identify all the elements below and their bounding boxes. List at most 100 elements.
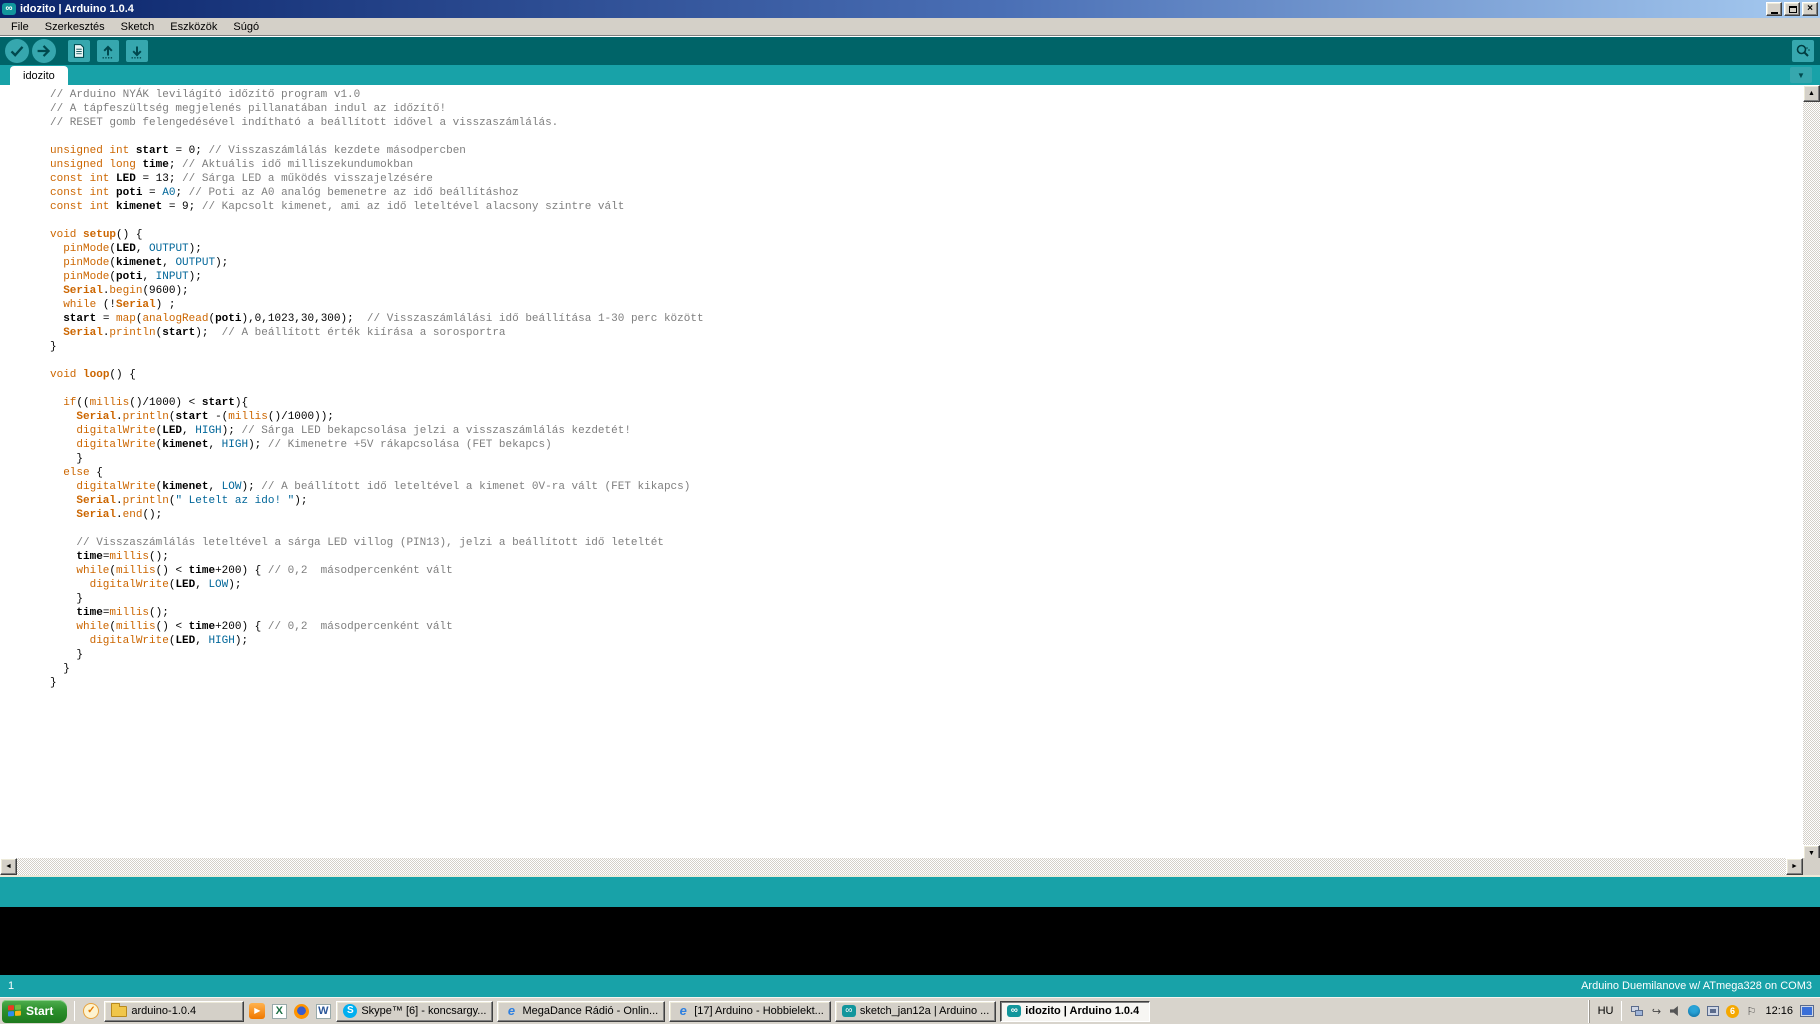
code-line: while (!Serial) ; [63, 299, 176, 311]
tab-menu-button[interactable]: ▼ [1790, 67, 1812, 83]
media-player-icon-glyph: ▶ [249, 1003, 266, 1019]
code-line: pinMode(LED, OUTPUT); [63, 243, 202, 255]
save-sketch-button[interactable] [126, 40, 148, 62]
arduino-icon: ∞ [841, 1005, 856, 1017]
code-line: Serial.println(" Letelt az ido! "); [76, 495, 308, 507]
flag-icon[interactable]: ⚐ [1744, 1004, 1758, 1018]
media-player-icon[interactable]: ▶ [248, 1002, 266, 1020]
orange-badge-icon[interactable]: ✓ [82, 1002, 100, 1020]
code-line: // Visszaszámlálás leteltével a sárga LE… [76, 537, 664, 549]
code-line: // Arduino NYÁK levilágító időzítő progr… [50, 89, 361, 101]
excel-icon-glyph: X [271, 1003, 287, 1019]
task-button-idozito-arduino-1-0-4[interactable]: ∞ idozito | Arduino 1.0.4 [1000, 1000, 1151, 1022]
code-line: Serial.begin(9600); [63, 285, 189, 297]
task-button-arduino-1-0-4[interactable]: arduino-1.0.4 [104, 1000, 245, 1022]
taskbar: Start ✓ arduino-1.0.4 ▶ X W S Skype™ [6] - ko… [0, 997, 1820, 1024]
skype-tray-icon[interactable] [1687, 1004, 1701, 1018]
message-strip [0, 875, 1820, 907]
arrow-down-icon [131, 46, 143, 59]
display-icon[interactable] [1800, 1004, 1814, 1018]
code-line: } [50, 677, 57, 689]
arrow-right-icon [37, 45, 51, 57]
code-line: while(millis() < time+200) { // 0,2 máso… [76, 565, 453, 577]
update-arrow-icon[interactable]: ↪ [1649, 1004, 1663, 1018]
code-line: digitalWrite(LED, HIGH); // Sárga LED be… [76, 425, 631, 437]
arduino-icon: ∞ [1007, 1005, 1022, 1017]
code-line: digitalWrite(kimenet, LOW); // A beállít… [76, 481, 691, 493]
code-area: // Arduino NYÁK levilágító időzítő progr… [50, 88, 704, 690]
open-sketch-button[interactable] [97, 40, 119, 62]
console-output [0, 907, 1820, 975]
code-line: const int LED = 13; // Sárga LED a működ… [50, 173, 433, 185]
code-line: time=millis(); [76, 551, 169, 563]
serial-monitor-button[interactable] [1792, 40, 1814, 62]
java-update-icon[interactable]: 6 [1725, 1004, 1739, 1018]
task-button-label: [17] Arduino - Hobbielekt... [694, 1005, 824, 1017]
language-indicator[interactable]: HU [1598, 1005, 1614, 1017]
task-button-sketch-jan12a-arduino[interactable]: ∞ sketch_jan12a | Arduino ... [834, 1000, 997, 1022]
code-line: } [50, 593, 84, 605]
network-plug-icon[interactable] [1706, 1004, 1720, 1018]
check-icon [10, 46, 24, 57]
folder-icon [111, 1002, 128, 1017]
minimize-button[interactable] [1766, 2, 1782, 16]
menu-item-file[interactable]: File [4, 19, 36, 35]
line-indicator: 1 [8, 980, 15, 992]
upload-button[interactable] [32, 39, 56, 63]
code-line: if((millis()/1000) < start){ [63, 397, 249, 409]
ie-icon: e [679, 1003, 687, 1018]
horizontal-scroll-track[interactable] [17, 858, 1786, 875]
restore-icon [1789, 5, 1797, 13]
toolbar [0, 37, 1820, 65]
scroll-up-button[interactable]: ▲ [1803, 85, 1820, 102]
word-icon-glyph: W [315, 1003, 331, 1019]
task-button-skype-6-koncsargy[interactable]: S Skype™ [6] - koncsargy... [336, 1000, 494, 1022]
excel-icon[interactable]: X [270, 1002, 288, 1020]
code-line: else { [63, 467, 103, 479]
task-button-label: Skype™ [6] - koncsargy... [361, 1005, 487, 1017]
vertical-scroll-track[interactable] [1803, 102, 1820, 845]
scroll-left-button[interactable]: ◄ [0, 858, 17, 875]
menu-item-eszkozok[interactable]: Eszközök [163, 19, 224, 35]
close-button[interactable]: × [1802, 2, 1818, 16]
code-editor[interactable]: // Arduino NYÁK levilágító időzítő progr… [0, 85, 1803, 858]
board-indicator: Arduino Duemilanove w/ ATmega328 on COM3 [1581, 980, 1812, 992]
skype-icon: S [343, 1004, 358, 1018]
code-line: while(millis() < time+200) { // 0,2 máso… [76, 621, 453, 633]
verify-button[interactable] [5, 39, 29, 63]
word-icon[interactable]: W [314, 1002, 332, 1020]
code-line: Serial.println(start -(millis()/1000)); [76, 411, 334, 423]
speaker-icon[interactable] [1668, 1004, 1682, 1018]
code-line: Serial.end(); [76, 509, 163, 521]
restore-button[interactable] [1784, 2, 1800, 16]
network-computers-icon[interactable] [1630, 1004, 1644, 1018]
menu-bar: File Szerkesztés Sketch Eszközök Súgó [0, 18, 1820, 36]
screen: ∞ idozito | Arduino 1.0.4 × File Szerkesz… [0, 0, 1820, 1024]
vertical-scrollbar[interactable]: ▲ ▼ [1803, 85, 1820, 862]
firefox-icon[interactable] [292, 1002, 310, 1020]
status-bar: 1 Arduino Duemilanove w/ ATmega328 on CO… [0, 975, 1820, 997]
menu-item-sugo[interactable]: Súgó [226, 19, 266, 35]
minimize-icon [1770, 11, 1778, 14]
task-button-label: arduino-1.0.4 [131, 1005, 197, 1017]
new-sketch-button[interactable] [68, 40, 90, 62]
scroll-right-button[interactable]: ► [1786, 858, 1803, 875]
task-button-17-arduino-hobbielekt[interactable]: e [17] Arduino - Hobbielekt... [669, 1000, 831, 1022]
menu-item-szerkesztes[interactable]: Szerkesztés [38, 19, 112, 35]
taskbar-separator [74, 1001, 76, 1021]
task-button-megadance-r-di-onlin[interactable]: e MegaDance Rádió - Onlin... [497, 1000, 666, 1022]
start-button[interactable]: Start [2, 999, 68, 1023]
tray-clock: 12:16 [1765, 1005, 1793, 1017]
tab-idozito[interactable]: idozito [10, 66, 68, 85]
menu-item-sketch[interactable]: Sketch [114, 19, 162, 35]
windows-flag-icon [8, 1004, 22, 1018]
code-line: digitalWrite(kimenet, HIGH); // Kimenetr… [76, 439, 552, 451]
ie-icon: e [507, 1003, 516, 1018]
magnifier-icon [1796, 44, 1810, 57]
code-line: void setup() { [50, 229, 143, 241]
system-tray: HU ↪ 6 ⚐ 12:16 [1588, 999, 1818, 1023]
horizontal-scrollbar[interactable]: ◄ ► [0, 858, 1803, 875]
arrow-up-icon [102, 45, 114, 59]
